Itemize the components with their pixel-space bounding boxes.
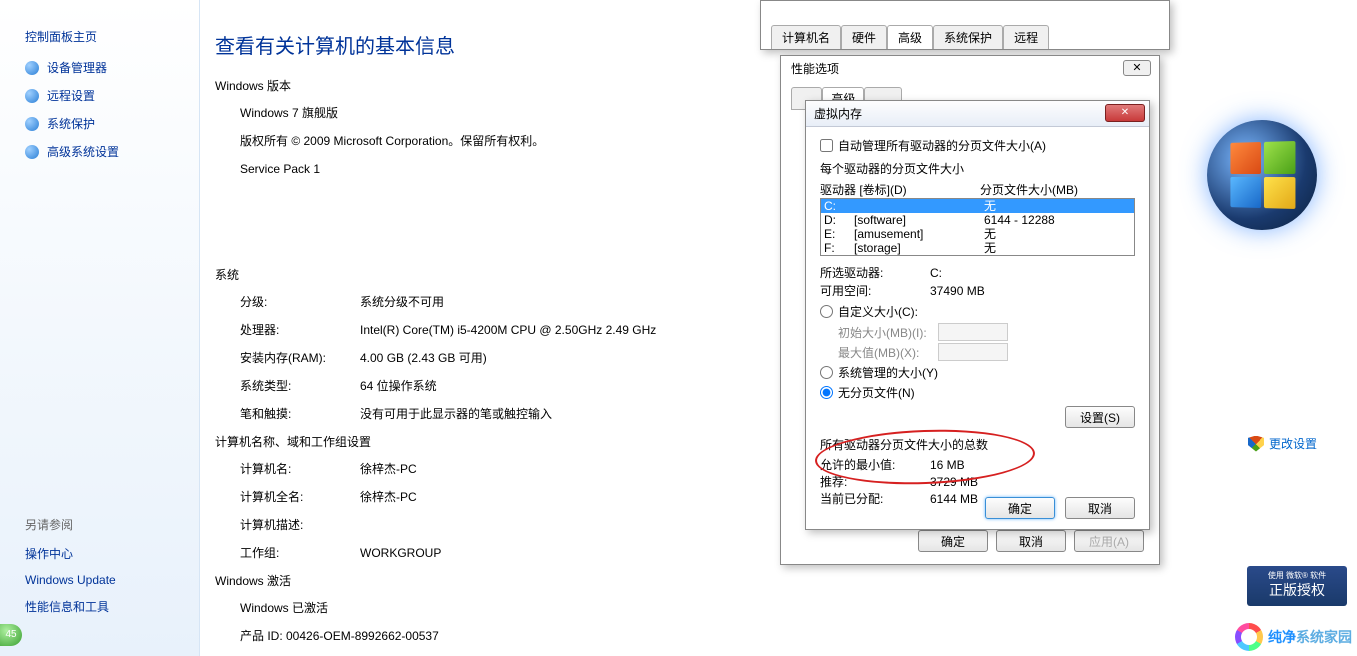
cur-label: 当前已分配: [820, 491, 930, 508]
set-button[interactable]: 设置(S) [1065, 406, 1135, 428]
custom-size-label: 自定义大小(C): [838, 303, 918, 320]
rating-label: 分级: [240, 293, 360, 311]
ram-label: 安装内存(RAM): [240, 349, 360, 367]
perfopt-title: 性能选项 [781, 56, 1159, 81]
shield-icon [25, 89, 39, 103]
close-icon[interactable]: ✕ [1105, 104, 1145, 122]
sidebar-link-device-manager[interactable]: 设备管理器 [25, 59, 199, 76]
activation-status: Windows 已激活 [240, 599, 328, 617]
drive-row: E:[amusement]无 [821, 227, 1134, 241]
virtual-memory-dialog: 虚拟内存 ✕ 自动管理所有驱动器的分页文件大小(A) 每个驱动器的分页文件大小 … [805, 100, 1150, 530]
rec-label: 推荐: [820, 474, 930, 491]
copyright-value: 版权所有 © 2009 Microsoft Corporation。保留所有权利… [240, 132, 544, 150]
sidebar-link-system-protection[interactable]: 系统保护 [25, 115, 199, 132]
no-paging-label: 无分页文件(N) [838, 384, 915, 401]
free-space-label: 可用空间: [820, 282, 930, 300]
wg-value: WORKGROUP [360, 544, 441, 562]
drive-row: C:无 [821, 199, 1134, 213]
sel-drive-value: C: [930, 264, 942, 282]
max-size-label: 最大值(MB)(X): [838, 344, 938, 361]
perfopt-ok-button[interactable]: 确定 [918, 530, 988, 552]
cpu-value: Intel(R) Core(TM) i5-4200M CPU @ 2.50GHz… [360, 321, 656, 339]
sidebar-link-remote-settings[interactable]: 远程设置 [25, 87, 199, 104]
change-settings-link[interactable]: 更改设置 [1248, 435, 1317, 452]
totals-header: 所有驱动器分页文件大小的总数 [820, 436, 1135, 453]
shield-icon [25, 145, 39, 159]
gear-icon [1235, 623, 1263, 651]
auto-manage-checkbox[interactable] [820, 139, 833, 152]
vmem-cancel-button[interactable]: 取消 [1065, 497, 1135, 519]
cfull-label: 计算机全名: [240, 488, 360, 506]
activation-header: Windows 激活 [215, 572, 1357, 589]
pen-value: 没有可用于此显示器的笔或触控输入 [360, 405, 552, 423]
type-label: 系统类型: [240, 377, 360, 395]
link-windows-update[interactable]: Windows Update [25, 573, 116, 587]
tab-advanced[interactable]: 高级 [887, 25, 933, 49]
close-icon[interactable]: ✕ [1123, 60, 1151, 76]
drive-col-header: 驱动器 [卷标](D) [820, 181, 980, 198]
max-size-input[interactable] [938, 343, 1008, 361]
min-label: 允许的最小值: [820, 457, 930, 474]
drive-row: F:[storage]无 [821, 241, 1134, 255]
vmem-title: 虚拟内存 [814, 105, 862, 122]
cur-value: 6144 MB [930, 491, 978, 508]
cname-label: 计算机名: [240, 460, 360, 478]
watermark: 纯净系统家园 [1235, 623, 1352, 651]
sel-drive-label: 所选驱动器: [820, 264, 930, 282]
product-id: 产品 ID: 00426-OEM-8992662-00537 [240, 627, 439, 645]
tab-hardware[interactable]: 硬件 [841, 25, 887, 49]
link-action-center[interactable]: 操作中心 [25, 545, 116, 562]
type-value: 64 位操作系统 [360, 377, 437, 395]
perfopt-cancel-button[interactable]: 取消 [996, 530, 1066, 552]
size-col-header: 分页文件大小(MB) [980, 181, 1078, 198]
sidebar-link-advanced-system[interactable]: 高级系统设置 [25, 143, 199, 160]
vmem-ok-button[interactable]: 确定 [985, 497, 1055, 519]
no-paging-radio[interactable] [820, 386, 833, 399]
system-properties-dialog: 计算机名 硬件 高级 系统保护 远程 [760, 0, 1170, 50]
rating-link[interactable]: 系统分级不可用 [360, 293, 444, 311]
shield-icon [1248, 436, 1264, 452]
service-pack-value: Service Pack 1 [240, 160, 320, 178]
tab-remote[interactable]: 远程 [1003, 25, 1049, 49]
wg-label: 工作组: [240, 544, 360, 562]
tab-system-protection[interactable]: 系统保护 [933, 25, 1003, 49]
min-value: 16 MB [930, 457, 965, 474]
see-also-header: 另请参阅 [25, 516, 116, 533]
custom-size-radio[interactable] [820, 305, 833, 318]
auto-manage-label: 自动管理所有驱动器的分页文件大小(A) [838, 137, 1046, 154]
shield-icon [25, 61, 39, 75]
free-space-value: 37490 MB [930, 282, 985, 300]
drive-row: D:[software]6144 - 12288 [821, 213, 1134, 227]
sidebar-title[interactable]: 控制面板主页 [25, 28, 199, 45]
cdesc-label: 计算机描述: [240, 516, 360, 534]
initial-size-label: 初始大小(MB)(I): [838, 324, 938, 341]
cname-value: 徐梓杰-PC [360, 460, 417, 478]
edition-value: Windows 7 旗舰版 [240, 104, 338, 122]
tab-computer-name[interactable]: 计算机名 [771, 25, 841, 49]
genuine-badge: 使用 微软® 软件 正版授权 [1247, 566, 1347, 606]
cpu-label: 处理器: [240, 321, 360, 339]
windows-logo [1207, 120, 1317, 230]
shield-icon [25, 117, 39, 131]
system-managed-radio[interactable] [820, 366, 833, 379]
control-panel-sidebar: 控制面板主页 设备管理器 远程设置 系统保护 高级系统设置 另请参阅 操作中心 … [0, 0, 200, 656]
ram-value: 4.00 GB (2.43 GB 可用) [360, 349, 487, 367]
rec-value: 3729 MB [930, 474, 978, 491]
badge-45: 45 [0, 624, 22, 646]
pen-label: 笔和触摸: [240, 405, 360, 423]
perfopt-apply-button[interactable]: 应用(A) [1074, 530, 1144, 552]
cfull-value: 徐梓杰-PC [360, 488, 417, 506]
drive-listbox[interactable]: C:无 D:[software]6144 - 12288 E:[amusemen… [820, 198, 1135, 256]
system-managed-label: 系统管理的大小(Y) [838, 364, 938, 381]
link-perf-info[interactable]: 性能信息和工具 [25, 598, 116, 615]
initial-size-input[interactable] [938, 323, 1008, 341]
each-drive-header: 每个驱动器的分页文件大小 [820, 160, 1135, 177]
